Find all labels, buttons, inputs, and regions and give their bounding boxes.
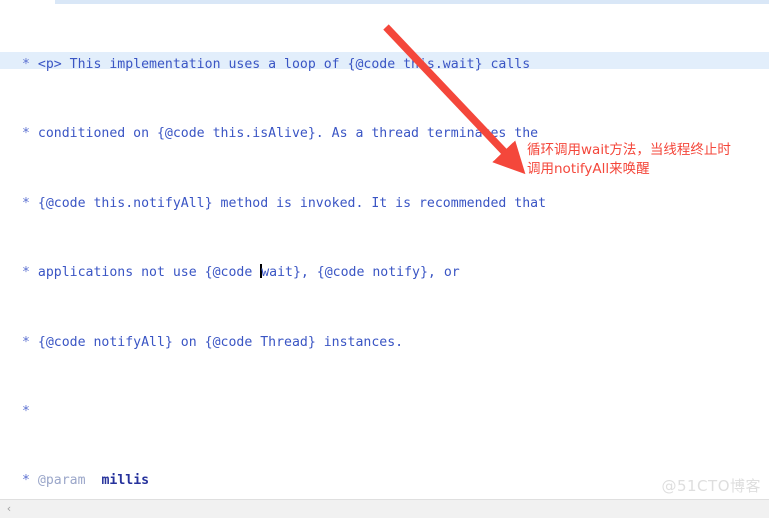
code-editor[interactable]: * <p> This implementation uses a loop of… bbox=[0, 0, 769, 518]
code-line[interactable]: * {@code notifyAll} on {@code Thread} in… bbox=[0, 334, 769, 351]
code-content[interactable]: * <p> This implementation uses a loop of… bbox=[0, 4, 769, 500]
code-line[interactable]: * <p> This implementation uses a loop of… bbox=[0, 56, 769, 73]
code-line-current[interactable]: * applications not use {@code wait}, {@c… bbox=[0, 264, 769, 281]
code-line[interactable]: * {@code this.notifyAll} method is invok… bbox=[0, 195, 769, 212]
annotation-text: 循环调用wait方法，当线程终止时 调用notifyAll来唤醒 bbox=[527, 142, 731, 177]
scroll-left-arrow-icon[interactable]: ‹ bbox=[2, 502, 16, 516]
code-line[interactable]: * bbox=[0, 403, 769, 420]
watermark: @51CTO博客 bbox=[661, 477, 761, 495]
horizontal-scrollbar[interactable]: ‹ bbox=[0, 499, 769, 518]
code-line[interactable]: * @param millis bbox=[0, 472, 769, 489]
